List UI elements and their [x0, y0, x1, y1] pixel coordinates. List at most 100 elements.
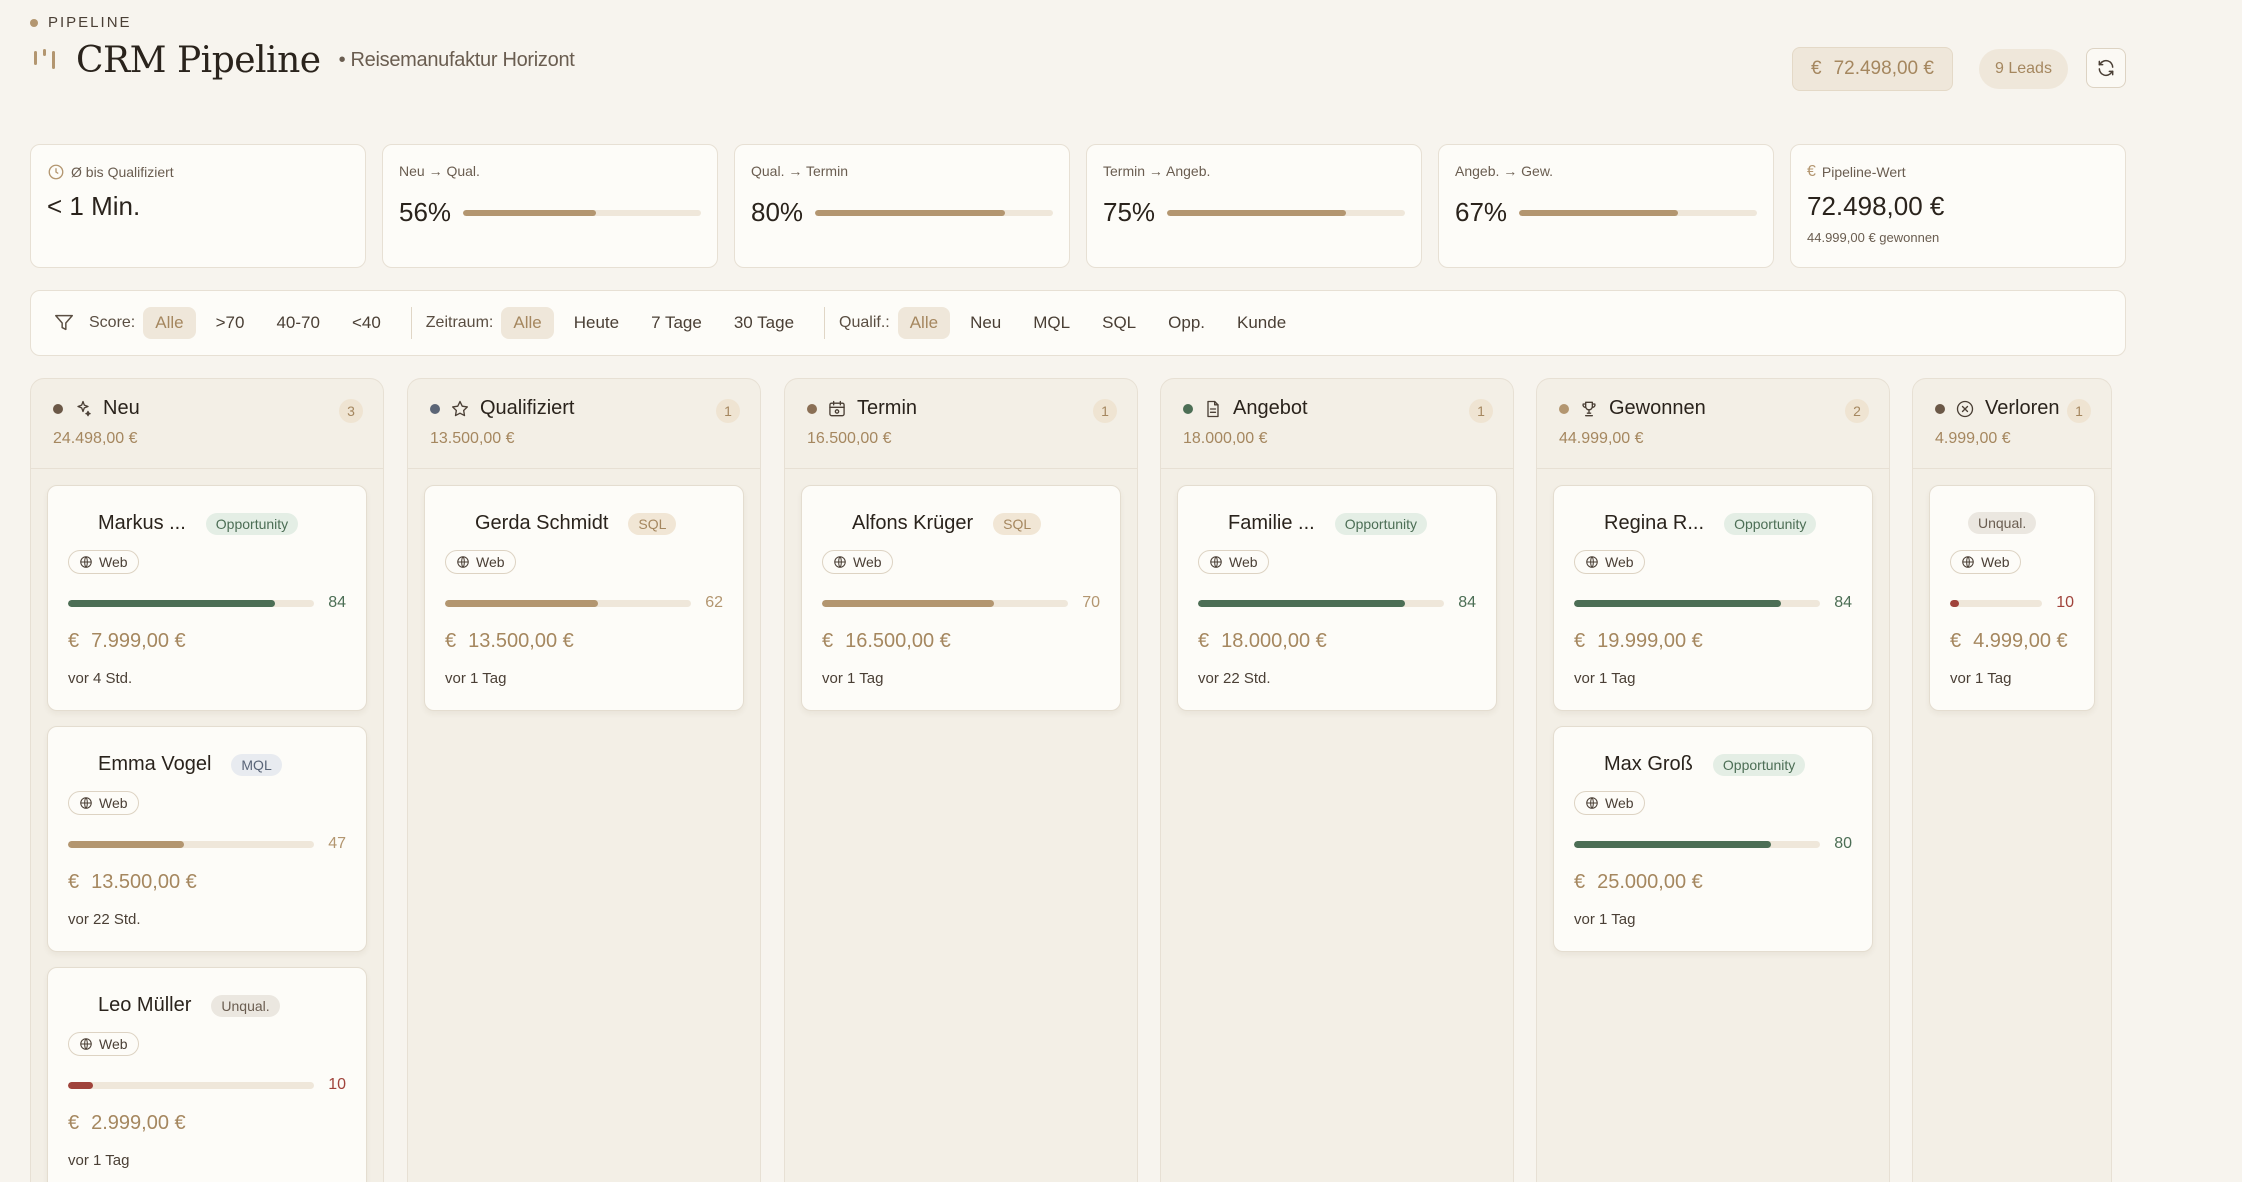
kpi-conversion: Angeb. → Gew. 67%: [1438, 144, 1774, 268]
euro-icon: €: [1811, 58, 1822, 79]
filter-period-label: Zeitraum:: [425, 314, 494, 331]
amount-value: 18.000,00 €: [1221, 630, 1327, 652]
kpi-label: Ø bis Qualifiziert: [71, 164, 174, 180]
lead-card[interactable]: Unqual. Web 10 € 4.999,00 € vor 1 Tag: [1929, 485, 2095, 711]
column-count-badge: 2: [1845, 399, 1869, 423]
lead-card[interactable]: Leo Müller Unqual. Web 10 € 2.999,00 € v…: [47, 967, 367, 1182]
star-icon: [452, 400, 468, 416]
source-tag: Web: [68, 550, 139, 574]
score-bar: [822, 599, 1068, 607]
score-bar-fill: [68, 1081, 93, 1089]
amount-value: 2.999,00 €: [91, 1112, 186, 1134]
lead-score: 84: [1198, 594, 1476, 612]
score-bar: [68, 840, 314, 848]
globe-icon: [80, 797, 92, 809]
filter-period-30days[interactable]: 30 Tage: [722, 307, 806, 339]
filter-qualif-new[interactable]: Neu: [958, 307, 1013, 339]
pipeline-column: Verloren 4.999,00 € 1 Unqual. Web 10 € 4: [1912, 378, 2112, 1182]
qualification-badge: Unqual.: [211, 994, 280, 1017]
kpi-progress-bar: [1519, 209, 1757, 216]
lead-age: vor 1 Tag: [68, 1152, 130, 1169]
lead-score: 70: [822, 594, 1100, 612]
euro-icon: €: [445, 630, 457, 652]
kpi-won-sub: 44.999,00 € gewonnen: [1807, 230, 1940, 245]
pipeline-column: Gewonnen 44.999,00 € 2 Regina R... Oppor…: [1536, 378, 1890, 1182]
score-bar-fill: [1574, 840, 1771, 848]
column-title: Angebot: [1233, 397, 1308, 419]
column-sum: 16.500,00 €: [807, 430, 892, 447]
filter-qualif-all[interactable]: Alle: [897, 307, 951, 339]
pipeline-column: Termin 16.500,00 € 1 Alfons Krüger SQL W…: [784, 378, 1138, 1182]
lead-score: 47: [68, 835, 346, 853]
filter-period-today[interactable]: Heute: [562, 307, 631, 339]
clock-icon: [48, 164, 64, 180]
source-tag: Web: [1950, 550, 2021, 574]
filter-score-mid[interactable]: 40-70: [264, 307, 331, 339]
source-label: Web: [1981, 554, 2010, 570]
lead-name: Familie ...: [1228, 512, 1315, 534]
calendar-icon: [829, 400, 845, 416]
globe-icon: [1586, 797, 1598, 809]
lead-card[interactable]: Markus ... Opportunity Web 84 € 7.999,00…: [47, 485, 367, 711]
filter-score-high[interactable]: >70: [204, 307, 257, 339]
filter-score-all[interactable]: Alle: [143, 307, 196, 339]
stage-dot: [1183, 403, 1193, 414]
lead-age: vor 22 Std.: [68, 911, 141, 928]
amount-value: 4.999,00 €: [1973, 630, 2068, 652]
filter-qualif-opp[interactable]: Opp.: [1156, 307, 1217, 339]
lead-age: vor 4 Std.: [68, 670, 133, 687]
source-tag: Web: [68, 1032, 139, 1056]
kpi-progress-bar: [463, 209, 701, 216]
filter-period-7days[interactable]: 7 Tage: [639, 307, 714, 339]
stage-dot: [53, 403, 63, 414]
kpi-conversion: Neu → Qual. 56%: [382, 144, 718, 268]
kpi-avg-time: Ø bis Qualifiziert < 1 Min.: [30, 144, 366, 268]
stage-dot: [430, 403, 440, 414]
column-sum: 4.999,00 €: [1935, 430, 2011, 447]
lead-age: vor 22 Std.: [1198, 670, 1271, 687]
euro-icon: €: [1950, 630, 1962, 652]
filter-score-low[interactable]: <40: [340, 307, 393, 339]
stage-dot: [1935, 403, 1945, 414]
pipeline-column: Qualifiziert 13.500,00 € 1 Gerda Schmidt…: [407, 378, 761, 1182]
filter-period-all[interactable]: Alle: [501, 307, 554, 339]
score-value: 84: [1834, 594, 1852, 611]
score-bar-fill: [822, 599, 995, 607]
lead-card[interactable]: Familie ... Opportunity Web 84 € 18.000,…: [1177, 485, 1497, 711]
score-bar: [1950, 599, 2042, 607]
score-bar: [68, 599, 314, 607]
source-tag: Web: [1574, 550, 1645, 574]
column-header: Termin 16.500,00 € 1: [785, 379, 1137, 469]
deal-amount: € 7.999,00 €: [68, 630, 186, 653]
lead-card[interactable]: Gerda Schmidt SQL Web 62 € 13.500,00 € v…: [424, 485, 744, 711]
lead-card[interactable]: Emma Vogel MQL Web 47 € 13.500,00 € vor …: [47, 726, 367, 952]
qualification-badge: Opportunity: [205, 512, 299, 535]
euro-icon: €: [1807, 163, 1816, 180]
deal-amount: € 25.000,00 €: [1574, 871, 1703, 894]
deal-amount: € 13.500,00 €: [68, 871, 197, 894]
deal-amount: € 18.000,00 €: [1198, 630, 1327, 653]
trophy-icon: [1582, 401, 1596, 416]
kpi-value: < 1 Min.: [47, 191, 141, 221]
lead-card[interactable]: Alfons Krüger SQL Web 70 € 16.500,00 € v…: [801, 485, 1121, 711]
lead-card[interactable]: Regina R... Opportunity Web 84 € 19.999,…: [1553, 485, 1873, 711]
euro-icon: €: [68, 871, 80, 893]
column-title: Qualifiziert: [480, 397, 575, 419]
score-value: 84: [328, 594, 346, 611]
score-bar: [1574, 840, 1820, 848]
column-count-badge: 3: [339, 399, 363, 423]
lead-card[interactable]: Max Groß Opportunity Web 80 € 25.000,00 …: [1553, 726, 1873, 952]
column-count-badge: 1: [716, 399, 740, 423]
euro-icon: €: [1574, 630, 1586, 652]
kpi-label: Qual. → Termin: [751, 163, 848, 179]
filter-qualif-mql[interactable]: MQL: [1021, 307, 1082, 339]
filter-qualif-customer[interactable]: Kunde: [1225, 307, 1298, 339]
lead-age: vor 1 Tag: [1574, 670, 1636, 687]
score-bar-fill: [68, 840, 184, 848]
column-sum: 44.999,00 €: [1559, 430, 1644, 447]
refresh-button[interactable]: [2086, 48, 2126, 88]
filter-qualif-sql[interactable]: SQL: [1090, 307, 1148, 339]
column-header: Verloren 4.999,00 € 1: [1913, 379, 2111, 469]
amount-value: 13.500,00 €: [468, 630, 574, 652]
header-total-value: 72.498,00 €: [1833, 58, 1934, 79]
